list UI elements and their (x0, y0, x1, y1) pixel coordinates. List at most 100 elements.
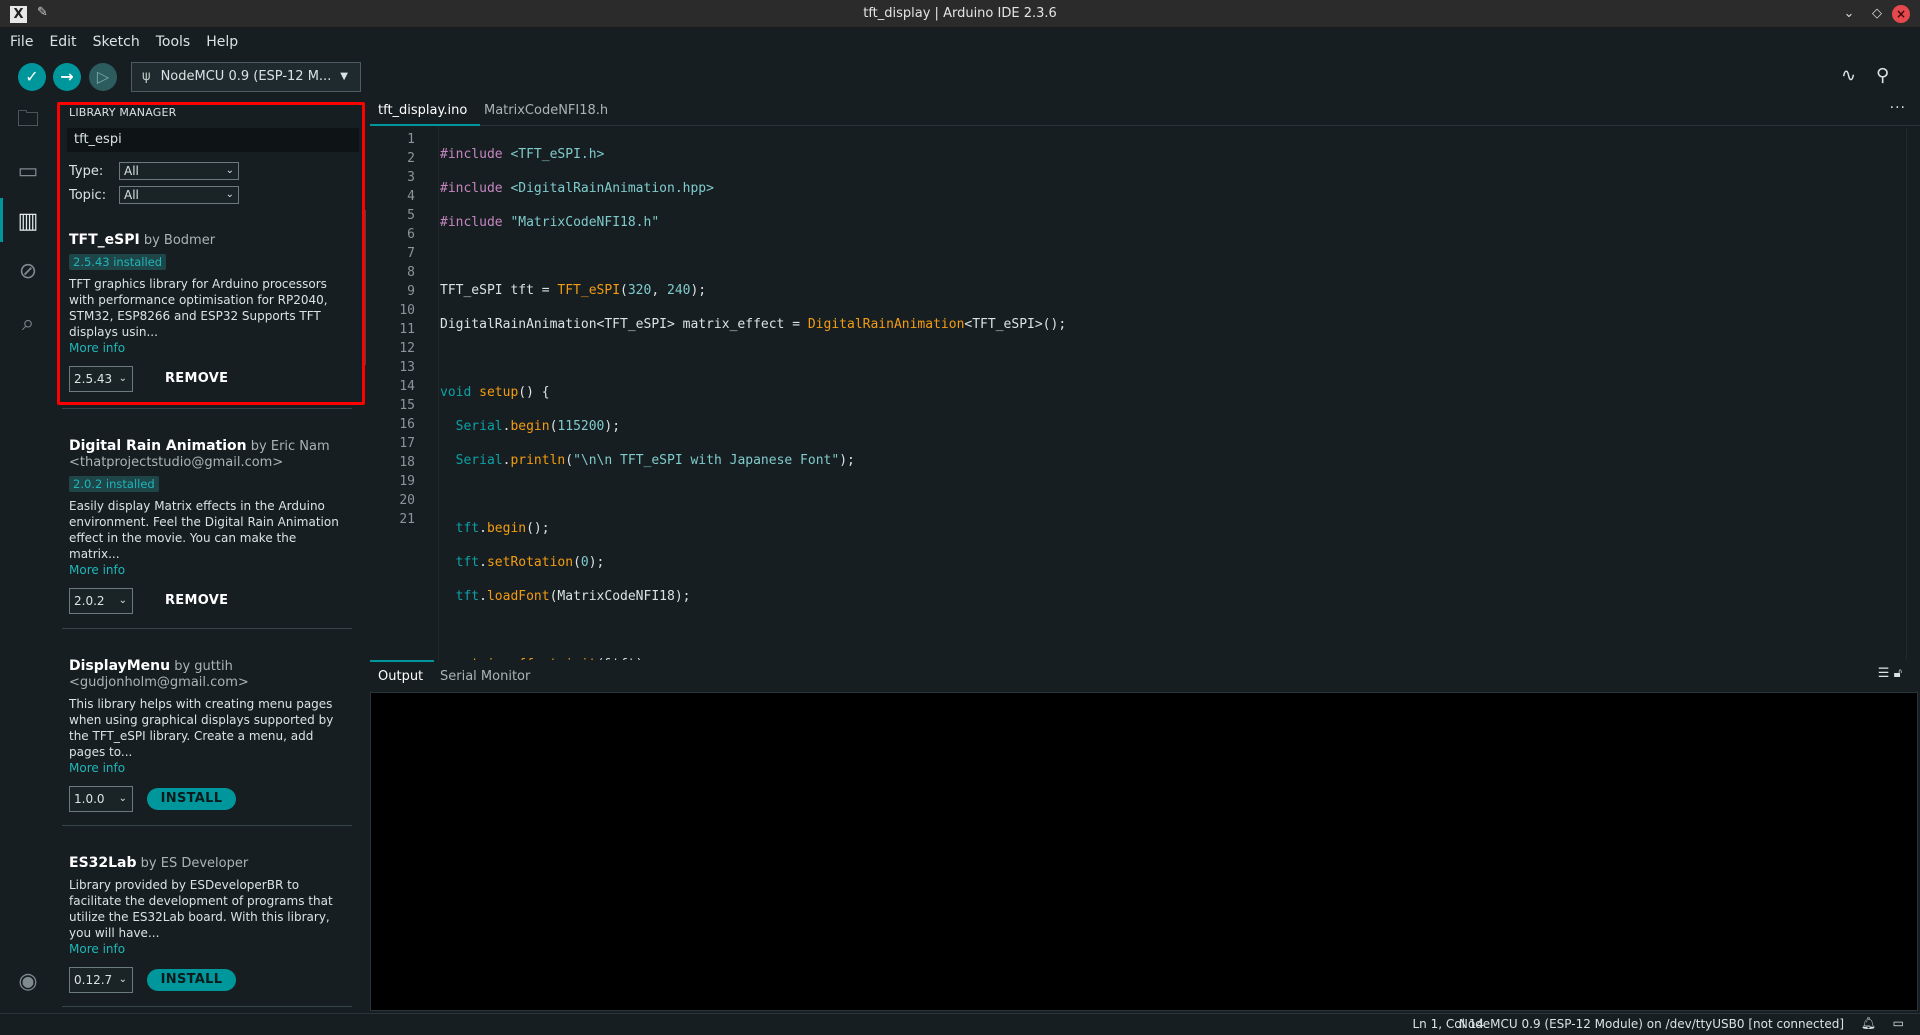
lock-scroll-icon[interactable]: 🔓︎ (1894, 666, 1902, 681)
install-button[interactable]: INSTALL (147, 969, 236, 991)
chevron-down-icon: ⌄ (225, 165, 234, 176)
divider (62, 408, 352, 409)
chevron-down-icon: ▼ (340, 71, 348, 82)
toggle-panel-icon[interactable]: ▭ (1893, 1016, 1904, 1030)
more-icon[interactable]: ··· (1890, 100, 1906, 116)
chevron-down-icon: ⌄ (118, 373, 127, 384)
check-icon: ✓ (25, 67, 39, 86)
remove-button[interactable]: REMOVE (165, 366, 228, 392)
remove-button[interactable]: REMOVE (165, 588, 228, 614)
serial-monitor-icon[interactable]: ⚲ (1876, 65, 1889, 86)
topic-select[interactable]: All ⌄ (119, 186, 239, 204)
library-author: by ES Developer (140, 856, 249, 871)
library-search-input[interactable]: tft_espi (67, 128, 359, 152)
line-number: 4 (407, 189, 415, 204)
board-status[interactable]: NodeMCU 0.9 (ESP-12 Module) on /dev/ttyU… (1459, 1017, 1844, 1031)
more-info-link[interactable]: More info (69, 340, 349, 356)
library-item-es32lab: ES32Lab by ES Developer Library provided… (69, 855, 349, 993)
tab-output[interactable]: Output (378, 669, 423, 684)
maximize-icon[interactable]: ◇ (1868, 5, 1886, 23)
chevron-down-icon: ⌄ (225, 189, 234, 200)
menu-help[interactable]: Help (204, 29, 240, 55)
code-line: tft.setRotation(0); (455, 555, 605, 570)
debug-button[interactable]: ▷ (89, 63, 117, 91)
library-scrollbar[interactable] (362, 210, 366, 365)
editor-scrollbar[interactable] (1906, 128, 1920, 660)
install-button[interactable]: INSTALL (147, 788, 236, 810)
library-manager-icon[interactable]: ▥ (14, 208, 42, 236)
line-number: 9 (407, 284, 415, 299)
library-description: TFT graphics library for Arduino process… (69, 277, 328, 339)
line-number: 14 (399, 379, 415, 394)
menu-sketch[interactable]: Sketch (91, 29, 142, 55)
boards-manager-icon[interactable]: ▭ (14, 158, 42, 186)
divider (62, 628, 352, 629)
clear-output-icon[interactable]: ☰ (1878, 666, 1890, 681)
library-author: by Bodmer (143, 233, 216, 248)
line-number: 16 (399, 417, 415, 432)
version-select[interactable]: 1.0.0 ⌄ (69, 786, 133, 812)
arrow-right-icon: → (60, 67, 74, 86)
line-number: 11 (399, 322, 415, 337)
menu-tools[interactable]: Tools (154, 29, 193, 55)
chevron-down-icon: ⌄ (118, 974, 127, 985)
type-select[interactable]: All ⌄ (119, 162, 239, 180)
code-line: #include "MatrixCodeNFI18.h" (440, 215, 660, 230)
more-info-link[interactable]: More info (69, 760, 349, 776)
code-line: Serial.println("\n\n TFT_eSPI with Japan… (455, 453, 855, 468)
more-info-link[interactable]: More info (69, 941, 349, 957)
sketchbook-folder-icon[interactable]: 🗀 (14, 106, 42, 134)
library-item-digital-rain: Digital Rain Animation by Eric Nam <that… (69, 438, 349, 614)
active-indicator (0, 198, 3, 242)
search-icon[interactable]: ⌕ (14, 310, 42, 338)
line-number: 19 (399, 474, 415, 489)
output-panel: Output Serial Monitor ☰ 🔓︎ (370, 660, 1920, 1013)
gutter-divider (438, 126, 439, 660)
more-info-link[interactable]: More info (69, 562, 349, 578)
menu-edit[interactable]: Edit (47, 29, 78, 55)
active-tab-indicator (370, 660, 434, 662)
window-titlebar: X ✎ tft_display | Arduino IDE 2.3.6 ⌄ ◇ … (0, 0, 1920, 28)
topic-value: All (124, 188, 139, 202)
line-number: 2 (407, 151, 415, 166)
serial-plotter-icon[interactable]: ∿ (1841, 65, 1856, 86)
line-number: 21 (399, 512, 415, 527)
board-selector[interactable]: ψ NodeMCU 0.9 (ESP-12 M... ▼ (131, 62, 361, 92)
minimize-icon[interactable]: ⌄ (1840, 5, 1858, 23)
code-line: DigitalRainAnimation<TFT_eSPI> matrix_ef… (440, 317, 1067, 332)
menu-file[interactable]: File (8, 29, 35, 55)
version-select[interactable]: 2.0.2 ⌄ (69, 588, 133, 614)
line-number: 13 (399, 360, 415, 375)
output-console[interactable] (370, 692, 1918, 1011)
close-icon[interactable]: × (1892, 5, 1910, 23)
window-title: tft_display | Arduino IDE 2.3.6 (863, 6, 1057, 21)
debug-icon[interactable]: ⊘ (14, 258, 42, 286)
code-editor: tft_display.ino MatrixCodeNFI18.h ··· 1 2… (370, 96, 1920, 842)
line-number: 7 (407, 246, 415, 261)
library-author-email: <gudjonholm@gmail.com> (69, 675, 249, 690)
library-name: TFT_eSPI (69, 232, 140, 248)
code-line: TFT_eSPI tft = TFT_eSPI(320, 240); (440, 283, 707, 298)
line-number: 1 (407, 132, 415, 147)
tab-serial-monitor[interactable]: Serial Monitor (440, 669, 530, 684)
version-value: 2.0.2 (74, 594, 105, 608)
library-actions: 2.5.43 ⌄ REMOVE (69, 366, 349, 392)
version-select[interactable]: 0.12.7 ⌄ (69, 967, 133, 993)
tab-tft-display-ino[interactable]: tft_display.ino (378, 103, 467, 118)
version-value: 1.0.0 (74, 792, 105, 806)
verify-button[interactable]: ✓ (18, 63, 46, 91)
line-number: 10 (399, 303, 415, 318)
version-select[interactable]: 2.5.43 ⌄ (69, 366, 133, 392)
tab-matrixcodenfi18-h[interactable]: MatrixCodeNFI18.h (484, 103, 608, 118)
account-icon[interactable]: ◉ (14, 968, 42, 996)
library-description: This library helps with creating menu pa… (69, 697, 334, 759)
line-number: 5 (407, 208, 415, 223)
bell-icon[interactable]: 🔔︎ (1861, 1016, 1876, 1030)
version-value: 2.5.43 (74, 372, 113, 386)
usb-icon: ψ (142, 69, 151, 84)
code-line: #include <DigitalRainAnimation.hpp> (440, 181, 714, 196)
divider (62, 825, 352, 826)
upload-button[interactable]: → (53, 63, 81, 91)
